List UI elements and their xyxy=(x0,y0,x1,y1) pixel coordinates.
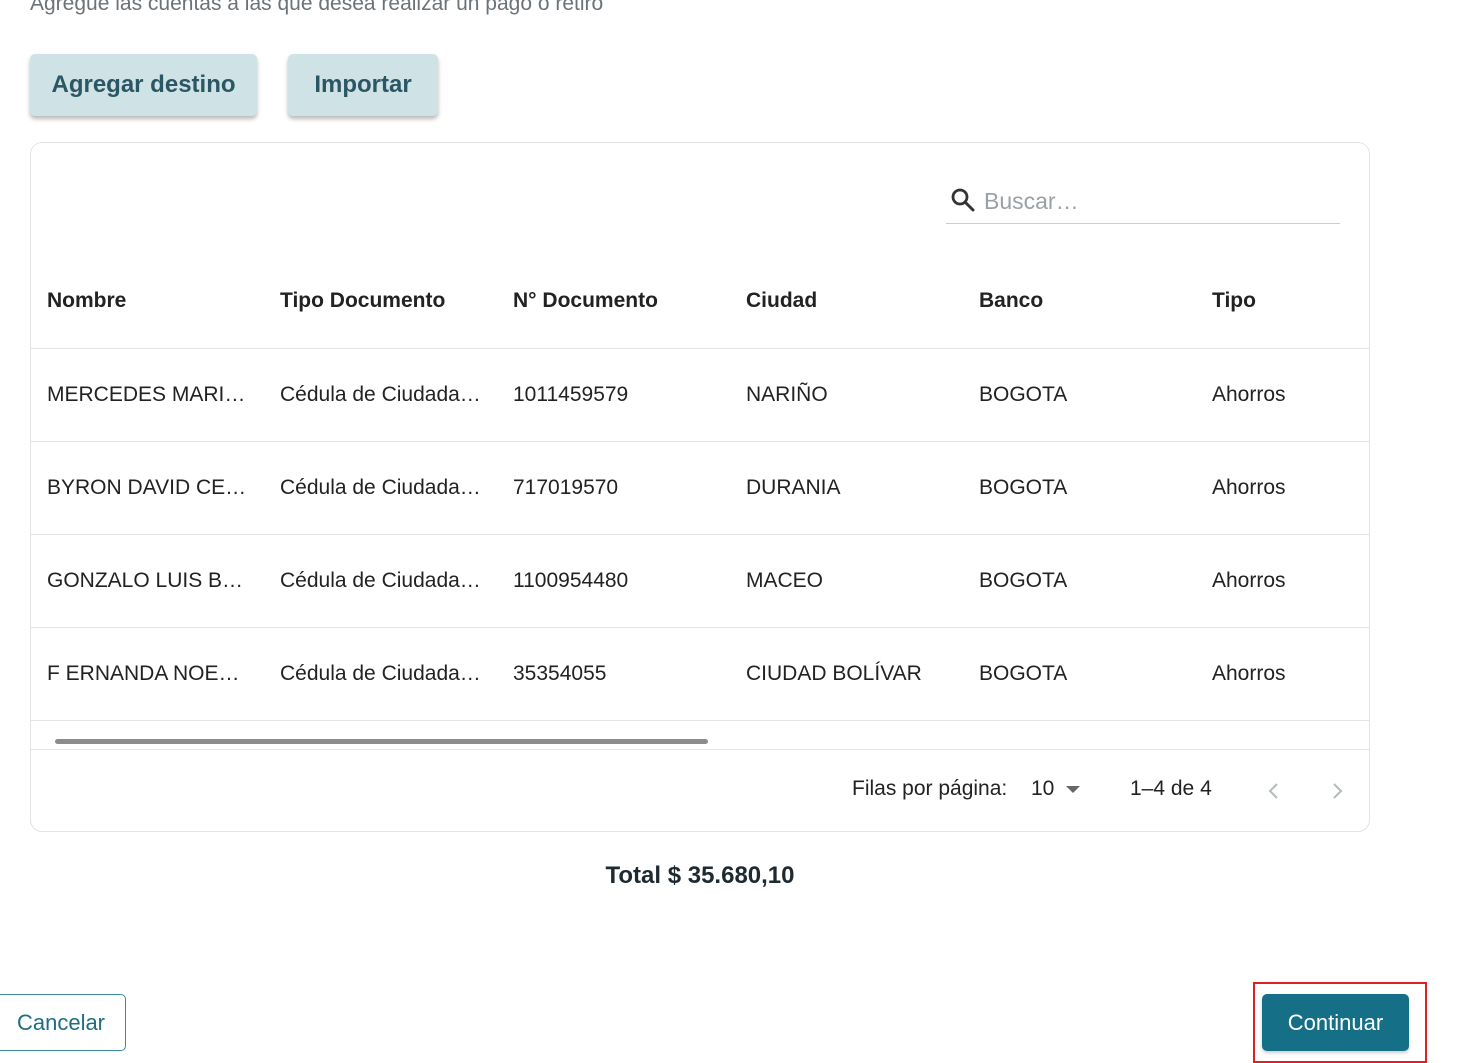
pagination-range: 1–4 de 4 xyxy=(1130,777,1212,800)
cell-tipo-documento: Cédula de Ciudada… xyxy=(264,534,497,628)
caret-down-icon xyxy=(1066,785,1081,793)
cell-ciudad: NARIÑO xyxy=(730,348,963,442)
cell-numero-documento: 35354055 xyxy=(497,627,730,721)
total-amount: Total $ 35.680,10 xyxy=(605,862,795,889)
rows-per-page-select[interactable]: 10 xyxy=(1031,777,1081,801)
cancel-button[interactable]: Cancelar xyxy=(0,994,126,1051)
search-box xyxy=(946,183,1340,224)
chevron-right-icon[interactable] xyxy=(1325,779,1349,803)
cell-nombre: BYRON DAVID CE… xyxy=(31,441,264,535)
cell-banco: BOGOTA xyxy=(963,534,1196,628)
destinations-table: Nombre Tipo Documento N° Documento Ciuda… xyxy=(31,255,1369,721)
cell-nombre: GONZALO LUIS B… xyxy=(31,534,264,628)
table-row[interactable]: F ERNANDA NOE… Cédula de Ciudada… 353540… xyxy=(31,627,1369,721)
cell-tipo-documento: Cédula de Ciudada… xyxy=(264,348,497,442)
add-destination-button[interactable]: Agregar destino xyxy=(30,54,257,116)
table-header-row: Nombre Tipo Documento N° Documento Ciuda… xyxy=(31,255,1369,349)
cell-banco: BOGOTA xyxy=(963,627,1196,721)
chevron-left-icon[interactable] xyxy=(1262,779,1286,803)
table-row[interactable]: GONZALO LUIS B… Cédula de Ciudada… 11009… xyxy=(31,534,1369,628)
table-footer-divider xyxy=(31,749,1369,750)
cell-banco: BOGOTA xyxy=(963,441,1196,535)
cell-numero-documento: 717019570 xyxy=(497,441,730,535)
cell-numero-documento: 1011459579 xyxy=(497,348,730,442)
table-row[interactable]: BYRON DAVID CE… Cédula de Ciudada… 71701… xyxy=(31,441,1369,535)
cell-tipo: Ahorros xyxy=(1196,348,1369,442)
column-header-nombre[interactable]: Nombre xyxy=(31,255,264,349)
cell-nombre: MERCEDES MARI… xyxy=(31,348,264,442)
cell-ciudad: DURANIA xyxy=(730,441,963,535)
cell-tipo-documento: Cédula de Ciudada… xyxy=(264,627,497,721)
cell-banco: BOGOTA xyxy=(963,348,1196,442)
continue-button[interactable]: Continuar xyxy=(1262,994,1409,1051)
column-header-ciudad[interactable]: Ciudad xyxy=(730,255,963,349)
cell-tipo-documento: Cédula de Ciudada… xyxy=(264,441,497,535)
search-icon xyxy=(951,188,975,212)
column-header-tipo[interactable]: Tipo xyxy=(1196,255,1369,349)
column-header-banco[interactable]: Banco xyxy=(963,255,1196,349)
import-button[interactable]: Importar xyxy=(288,54,438,116)
cell-tipo: Ahorros xyxy=(1196,534,1369,628)
column-header-tipo-documento[interactable]: Tipo Documento xyxy=(264,255,497,349)
cell-nombre: F ERNANDA NOE… xyxy=(31,627,264,721)
page-subtitle: Agregue las cuentas a las que desea real… xyxy=(30,0,604,15)
table-row[interactable]: MERCEDES MARI… Cédula de Ciudada… 101145… xyxy=(31,348,1369,442)
column-header-numero-documento[interactable]: N° Documento xyxy=(497,255,730,349)
cell-tipo: Ahorros xyxy=(1196,627,1369,721)
rows-per-page-value: 10 xyxy=(1031,777,1055,800)
rows-per-page-label: Filas por página: xyxy=(852,777,1008,800)
horizontal-scrollbar[interactable] xyxy=(55,739,708,744)
search-input[interactable] xyxy=(982,185,1336,217)
cell-numero-documento: 1100954480 xyxy=(497,534,730,628)
cell-ciudad: MACEO xyxy=(730,534,963,628)
cell-tipo: Ahorros xyxy=(1196,441,1369,535)
cell-ciudad: CIUDAD BOLÍVAR xyxy=(730,627,963,721)
destinations-table-card: Nombre Tipo Documento N° Documento Ciuda… xyxy=(30,142,1370,832)
